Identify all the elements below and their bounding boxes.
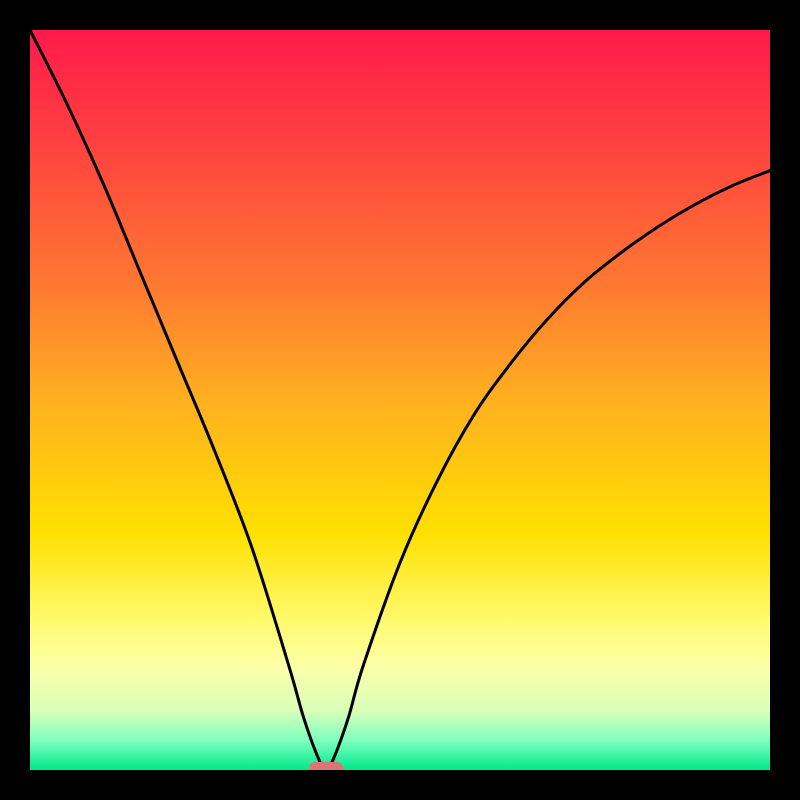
frame-left <box>0 0 30 800</box>
bottleneck-curve <box>30 30 770 770</box>
frame-top <box>0 0 800 30</box>
frame-right <box>770 0 800 800</box>
frame-bottom <box>0 770 800 800</box>
plot-area <box>30 30 770 770</box>
